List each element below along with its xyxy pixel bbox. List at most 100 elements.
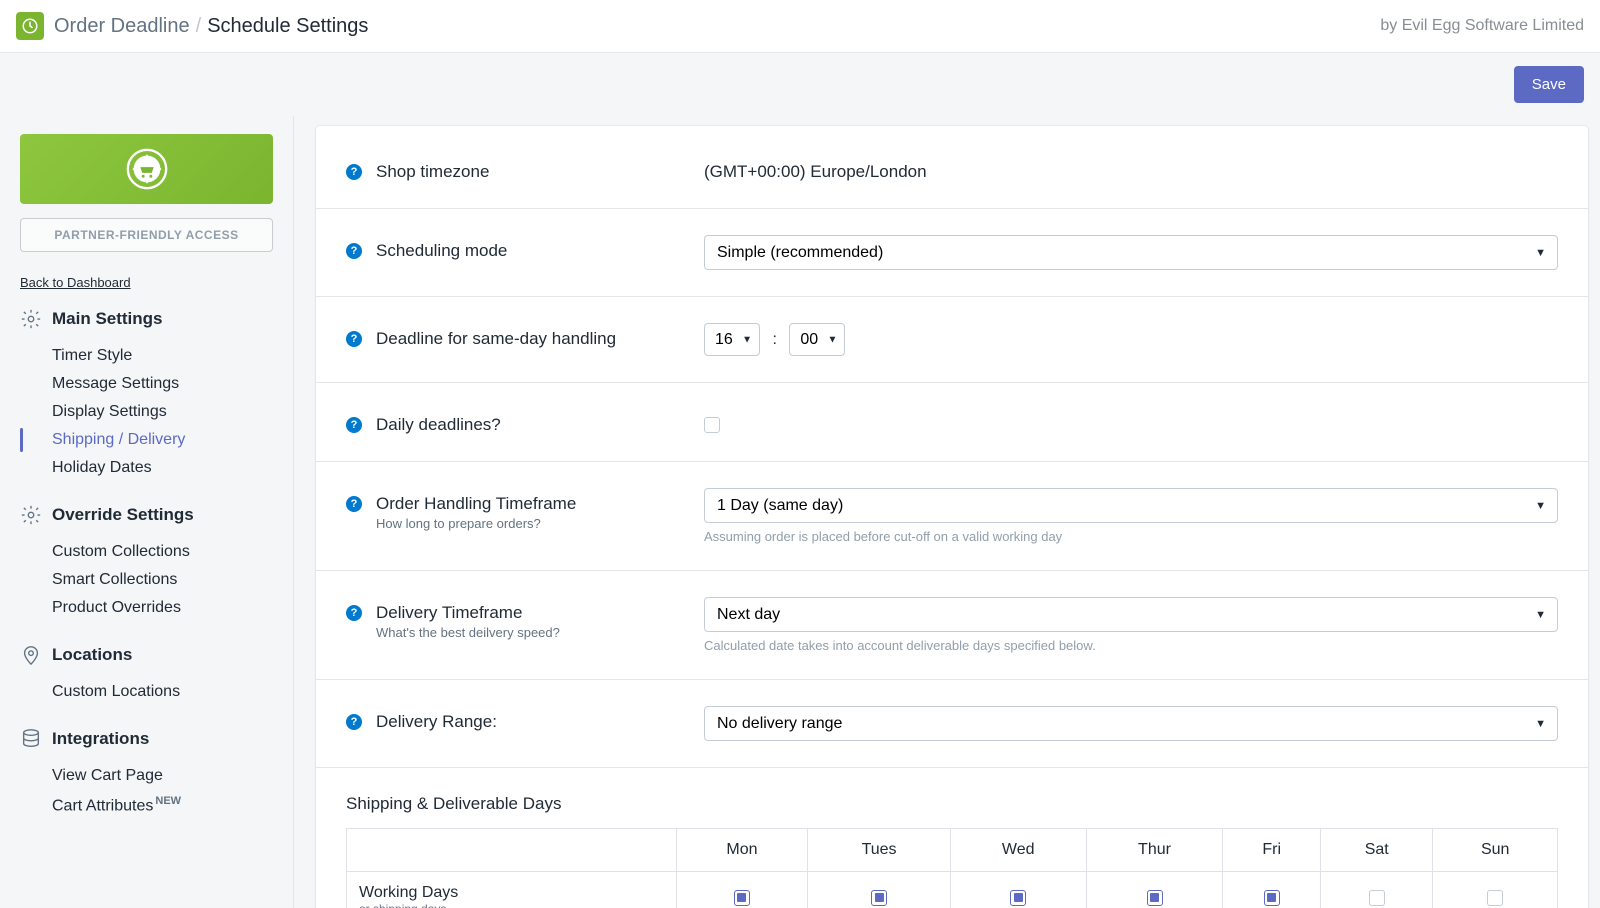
- breadcrumb-current: Schedule Settings: [207, 15, 368, 37]
- sublabel-order-handling: How long to prepare orders?: [376, 516, 576, 531]
- sidebar-item[interactable]: Custom Locations: [52, 678, 273, 706]
- setting-deadline: ? Deadline for same-day handling 16 : 00: [316, 323, 1588, 383]
- row-label-cell: Working Daysor shipping days: [347, 872, 677, 908]
- sidebar-item[interactable]: Display Settings: [52, 398, 273, 426]
- day-cell: [1086, 872, 1223, 908]
- nav-section: Override Settings Custom CollectionsSmart…: [20, 504, 273, 622]
- sidebar-item[interactable]: Shipping / Delivery: [52, 426, 273, 454]
- main-content: ? Shop timezone (GMT+00:00) Europe/Londo…: [294, 116, 1600, 908]
- nav-section-header[interactable]: Integrations: [20, 728, 273, 750]
- table-corner: [347, 829, 677, 872]
- back-to-dashboard-link[interactable]: Back to Dashboard: [20, 275, 131, 290]
- day-header: Tues: [808, 829, 950, 872]
- nav-section-header[interactable]: Locations: [20, 644, 273, 666]
- delivery-timeframe-help: Calculated date takes into account deliv…: [704, 638, 1558, 653]
- time-separator: :: [772, 331, 776, 348]
- label-deadline: Deadline for same-day handling: [376, 329, 616, 349]
- day-cell: [808, 872, 950, 908]
- breadcrumb-sep: /: [196, 15, 202, 37]
- sidebar: PARTNER-FRIENDLY ACCESS Back to Dashboar…: [0, 116, 294, 908]
- help-icon[interactable]: ?: [346, 243, 362, 259]
- help-icon[interactable]: ?: [346, 164, 362, 180]
- nav-section-header[interactable]: Override Settings: [20, 504, 273, 526]
- day-cell: [676, 872, 808, 908]
- sidebar-item[interactable]: Smart Collections: [52, 566, 273, 594]
- help-icon[interactable]: ?: [346, 331, 362, 347]
- help-icon[interactable]: ?: [346, 417, 362, 433]
- attribution: by Evil Egg Software Limited: [1380, 17, 1584, 35]
- table-row: Working Daysor shipping days: [347, 872, 1558, 908]
- days-section-heading: Shipping & Deliverable Days: [316, 794, 1588, 828]
- scheduling-mode-select[interactable]: Simple (recommended): [704, 235, 1558, 270]
- day-cell: [1433, 872, 1558, 908]
- sidebar-item[interactable]: Product Overrides: [52, 594, 273, 622]
- clock-cart-icon: [21, 17, 39, 35]
- deadline-hour-select[interactable]: 16: [704, 323, 760, 356]
- help-icon[interactable]: ?: [346, 605, 362, 621]
- breadcrumb-parent[interactable]: Order Deadline: [54, 15, 190, 37]
- topbar: Order Deadline /Schedule Settings by Evil…: [0, 0, 1600, 53]
- day-checkbox[interactable]: [1264, 890, 1280, 906]
- day-header: Sun: [1433, 829, 1558, 872]
- nav-section-title: Locations: [52, 645, 132, 665]
- delivery-timeframe-select[interactable]: Next day: [704, 597, 1558, 632]
- label-order-handling: Order Handling Timeframe: [376, 494, 576, 514]
- day-checkbox[interactable]: [1147, 890, 1163, 906]
- sidebar-item[interactable]: Message Settings: [52, 370, 273, 398]
- day-header: Mon: [676, 829, 808, 872]
- label-delivery-range: Delivery Range:: [376, 712, 497, 732]
- setting-daily-deadlines: ? Daily deadlines?: [316, 409, 1588, 462]
- sidebar-banner: [20, 134, 273, 204]
- day-checkbox[interactable]: [734, 890, 750, 906]
- new-badge: NEW: [155, 795, 181, 807]
- app-icon: [16, 12, 44, 40]
- timezone-value: (GMT+00:00) Europe/London: [704, 156, 1558, 182]
- day-checkbox[interactable]: [1369, 890, 1385, 906]
- day-header: Thur: [1086, 829, 1223, 872]
- label-delivery-timeframe: Delivery Timeframe: [376, 603, 560, 623]
- sidebar-item[interactable]: Cart AttributesNEW: [52, 790, 273, 820]
- partner-access-button[interactable]: PARTNER-FRIENDLY ACCESS: [20, 218, 273, 252]
- sublabel-delivery-timeframe: What's the best deilvery speed?: [376, 625, 560, 640]
- row-label: Working Days: [359, 884, 668, 902]
- nav-section-header[interactable]: Main Settings: [20, 308, 273, 330]
- nav-section-title: Override Settings: [52, 505, 194, 525]
- settings-card: ? Shop timezone (GMT+00:00) Europe/Londo…: [316, 126, 1588, 908]
- days-table: MonTuesWedThurFriSatSun Working Daysor s…: [346, 828, 1558, 908]
- day-checkbox[interactable]: [1487, 890, 1503, 906]
- nav-section: Integrations View Cart PageCart Attribute…: [20, 728, 273, 820]
- subbar: Save: [0, 53, 1600, 116]
- nav-section-title: Integrations: [52, 729, 149, 749]
- delivery-range-select[interactable]: No delivery range: [704, 706, 1558, 741]
- day-cell: [950, 872, 1086, 908]
- sidebar-item[interactable]: Custom Collections: [52, 538, 273, 566]
- breadcrumb: Order Deadline /Schedule Settings: [54, 15, 368, 38]
- label-scheduling-mode: Scheduling mode: [376, 241, 507, 261]
- help-icon[interactable]: ?: [346, 714, 362, 730]
- setting-order-handling: ? Order Handling Timeframe How long to p…: [316, 488, 1588, 571]
- row-sublabel: or shipping days: [359, 902, 668, 908]
- deadline-minute-select[interactable]: 00: [789, 323, 845, 356]
- save-button[interactable]: Save: [1514, 66, 1584, 103]
- setting-delivery-timeframe: ? Delivery Timeframe What's the best dei…: [316, 597, 1588, 680]
- day-header: Sat: [1321, 829, 1433, 872]
- day-checkbox[interactable]: [871, 890, 887, 906]
- day-header: Wed: [950, 829, 1086, 872]
- sidebar-item[interactable]: View Cart Page: [52, 762, 273, 790]
- order-handling-select[interactable]: 1 Day (same day): [704, 488, 1558, 523]
- order-handling-help: Assuming order is placed before cut-off …: [704, 529, 1558, 544]
- nav-section: Locations Custom Locations: [20, 644, 273, 706]
- sidebar-item[interactable]: Timer Style: [52, 342, 273, 370]
- label-timezone: Shop timezone: [376, 162, 489, 182]
- nav-section-title: Main Settings: [52, 309, 163, 329]
- banner-clock-icon: [124, 146, 170, 192]
- daily-deadlines-checkbox[interactable]: [704, 417, 720, 433]
- setting-delivery-range: ? Delivery Range: No delivery range: [316, 706, 1588, 768]
- setting-timezone: ? Shop timezone (GMT+00:00) Europe/Londo…: [316, 156, 1588, 209]
- help-icon[interactable]: ?: [346, 496, 362, 512]
- layout: PARTNER-FRIENDLY ACCESS Back to Dashboar…: [0, 116, 1600, 908]
- day-checkbox[interactable]: [1010, 890, 1026, 906]
- nav-section: Main Settings Timer StyleMessage Settings…: [20, 308, 273, 482]
- setting-scheduling-mode: ? Scheduling mode Simple (recommended): [316, 235, 1588, 297]
- sidebar-item[interactable]: Holiday Dates: [52, 454, 273, 482]
